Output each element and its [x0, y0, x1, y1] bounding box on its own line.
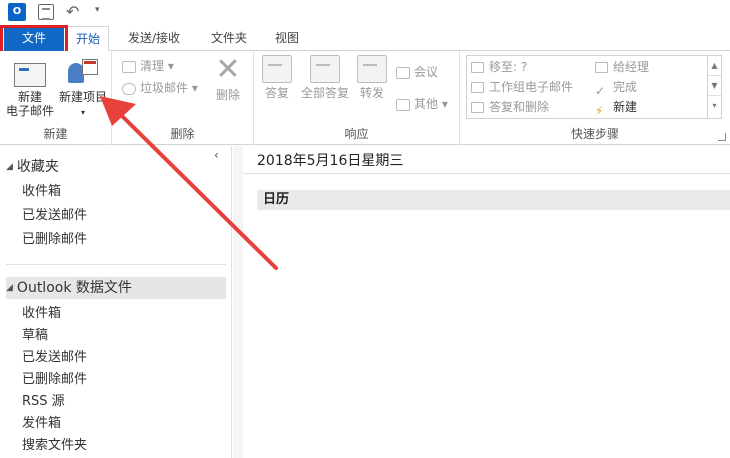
send-receive-icon[interactable]	[38, 4, 54, 20]
date-header: 2018年5月16日星期三	[257, 153, 404, 169]
nav-item-favorites-sent[interactable]: 已发送邮件	[22, 206, 87, 226]
cleanup-label: 清理 ▾	[140, 59, 174, 73]
nav-item-rss[interactable]: RSS 源	[22, 392, 65, 412]
favorites-header-label: 收藏夹	[16, 159, 59, 175]
team-email-icon	[471, 82, 484, 93]
quick-step-reply-delete-label: 答复和删除	[489, 100, 550, 114]
quick-step-move-to[interactable]: 移至: ?	[471, 58, 527, 76]
junk-label: 垃圾邮件 ▾	[140, 81, 198, 95]
new-item-icon	[66, 55, 100, 87]
cleanup-icon	[122, 60, 136, 73]
reply-all-icon	[310, 55, 340, 83]
nav-divider	[6, 264, 226, 265]
more-respond-label: 其他 ▾	[414, 97, 448, 111]
navigation-pane: ‹ ◢ 收藏夹 收件箱 已发送邮件 已删除邮件 ◢ Outlook 数据文件 收件箱…	[0, 146, 232, 458]
ribbon-tabs: 文件 开始 发送/接收 文件夹 视图	[0, 26, 730, 52]
new-email-button[interactable]: 新建 电子邮件	[4, 55, 56, 118]
group-delete: 清理 ▾ 垃圾邮件 ▾ ✕ 删除 删除	[112, 51, 254, 145]
quick-step-to-manager-label: 给经理	[613, 60, 650, 74]
main-content: 2018年5月16日星期三 日历	[233, 146, 730, 458]
quick-step-reply-delete[interactable]: 答复和删除	[471, 98, 549, 116]
cleanup-button[interactable]: 清理 ▾	[122, 57, 174, 75]
quick-step-create-new[interactable]: ⚡ 新建	[595, 98, 638, 118]
meeting-button[interactable]: 会议	[396, 63, 438, 81]
quick-step-done-label: 完成	[613, 80, 638, 94]
group-respond-label: 响应	[344, 127, 369, 141]
meeting-label: 会议	[414, 65, 439, 79]
tab-file[interactable]: 文件	[4, 26, 64, 51]
move-to-icon	[471, 62, 484, 73]
new-email-label-2: 电子邮件	[5, 104, 54, 118]
delete-button[interactable]: ✕ 删除	[208, 52, 248, 103]
nav-item-favorites-inbox[interactable]: 收件箱	[22, 182, 61, 202]
ribbon: 新建 电子邮件 新建项目 ▾ 新建 清理 ▾ 垃圾邮件 ▾ ✕ 删除 删除 答复	[0, 51, 730, 145]
date-divider	[243, 173, 730, 174]
expand-triangle-icon: ◢	[6, 162, 13, 172]
nav-item-drafts[interactable]: 草稿	[22, 326, 48, 346]
chevron-down-icon: ▾	[80, 108, 85, 117]
group-quick-steps: 移至: ? 给经理 工作组电子邮件 ✓ 完成 答复和删除 ⚡ 新建 ▲ ▼ ▾	[460, 51, 730, 145]
lightning-icon: ⚡	[595, 104, 604, 118]
undo-icon[interactable]: ↶	[66, 2, 79, 21]
tab-send-receive[interactable]: 发送/接收	[118, 26, 190, 51]
new-email-icon	[14, 63, 46, 87]
nav-item-outbox[interactable]: 发件箱	[22, 414, 61, 434]
quick-step-team-email[interactable]: 工作组电子邮件	[471, 78, 573, 96]
gallery-expand-icon[interactable]: ▾	[708, 96, 721, 116]
group-quick-steps-label: 快速步骤	[570, 127, 619, 141]
delete-label: 删除	[215, 88, 240, 102]
checkmark-icon: ✓	[595, 84, 606, 98]
group-respond: 答复 全部答复 转发 会议 其他 ▾ 响应	[254, 51, 460, 145]
tab-view[interactable]: 视图	[264, 26, 310, 51]
reply-label: 答复	[264, 86, 289, 100]
nav-item-favorites-deleted[interactable]: 已删除邮件	[22, 230, 87, 250]
nav-item-inbox[interactable]: 收件箱	[22, 304, 61, 324]
group-delete-label: 删除	[170, 127, 195, 141]
new-email-label-1: 新建	[17, 90, 42, 104]
to-manager-icon	[595, 62, 608, 73]
reply-icon	[262, 55, 292, 83]
dialog-launcher-icon[interactable]	[718, 133, 726, 141]
junk-button[interactable]: 垃圾邮件 ▾	[122, 79, 198, 97]
delete-x-icon: ✕	[215, 52, 241, 87]
gallery-scroll-up-icon[interactable]: ▲	[708, 56, 721, 76]
forward-icon	[357, 55, 387, 83]
group-new-label: 新建	[43, 127, 68, 141]
quick-step-move-to-label: 移至: ?	[489, 60, 528, 74]
tab-home[interactable]: 开始	[67, 26, 109, 52]
reply-all-button[interactable]: 全部答复	[298, 55, 352, 100]
quick-step-to-manager[interactable]: 给经理	[595, 58, 649, 76]
reply-delete-icon	[471, 102, 484, 113]
pane-splitter[interactable]	[233, 146, 243, 458]
quick-access-toolbar: O ↶ ▾	[0, 0, 730, 26]
nav-item-deleted[interactable]: 已删除邮件	[22, 370, 87, 390]
nav-item-sent[interactable]: 已发送邮件	[22, 348, 87, 368]
customize-qat-icon[interactable]: ▾	[95, 5, 100, 15]
expand-triangle-icon: ◢	[6, 283, 13, 293]
outlook-logo-icon: O	[8, 3, 26, 21]
quick-step-done[interactable]: ✓ 完成	[595, 78, 638, 98]
gallery-scroll[interactable]: ▲ ▼ ▾	[707, 56, 721, 118]
more-respond-button[interactable]: 其他 ▾	[396, 95, 448, 113]
quick-steps-gallery: 移至: ? 给经理 工作组电子邮件 ✓ 完成 答复和删除 ⚡ 新建 ▲ ▼ ▾	[466, 55, 722, 119]
quick-step-team-email-label: 工作组电子邮件	[489, 80, 574, 94]
forward-label: 转发	[359, 86, 384, 100]
forward-button[interactable]: 转发	[354, 55, 390, 100]
reply-button[interactable]: 答复	[260, 55, 294, 100]
gallery-scroll-down-icon[interactable]: ▼	[708, 76, 721, 96]
junk-icon	[122, 82, 136, 95]
more-respond-icon	[396, 98, 410, 111]
new-item-button[interactable]: 新建项目 ▾	[56, 55, 110, 120]
calendar-peek-header: 日历	[257, 190, 730, 210]
reply-all-label: 全部答复	[300, 86, 349, 100]
data-file-header-label: Outlook 数据文件	[16, 280, 132, 296]
tab-folder[interactable]: 文件夹	[200, 26, 258, 51]
data-file-header[interactable]: ◢ Outlook 数据文件	[6, 277, 226, 299]
favorites-header[interactable]: ◢ 收藏夹	[6, 156, 226, 178]
nav-item-search-folders[interactable]: 搜索文件夹	[22, 436, 87, 456]
group-new: 新建 电子邮件 新建项目 ▾ 新建	[0, 51, 112, 145]
new-item-label: 新建项目	[58, 90, 107, 104]
meeting-icon	[396, 66, 410, 79]
quick-step-create-new-label: 新建	[613, 100, 638, 114]
